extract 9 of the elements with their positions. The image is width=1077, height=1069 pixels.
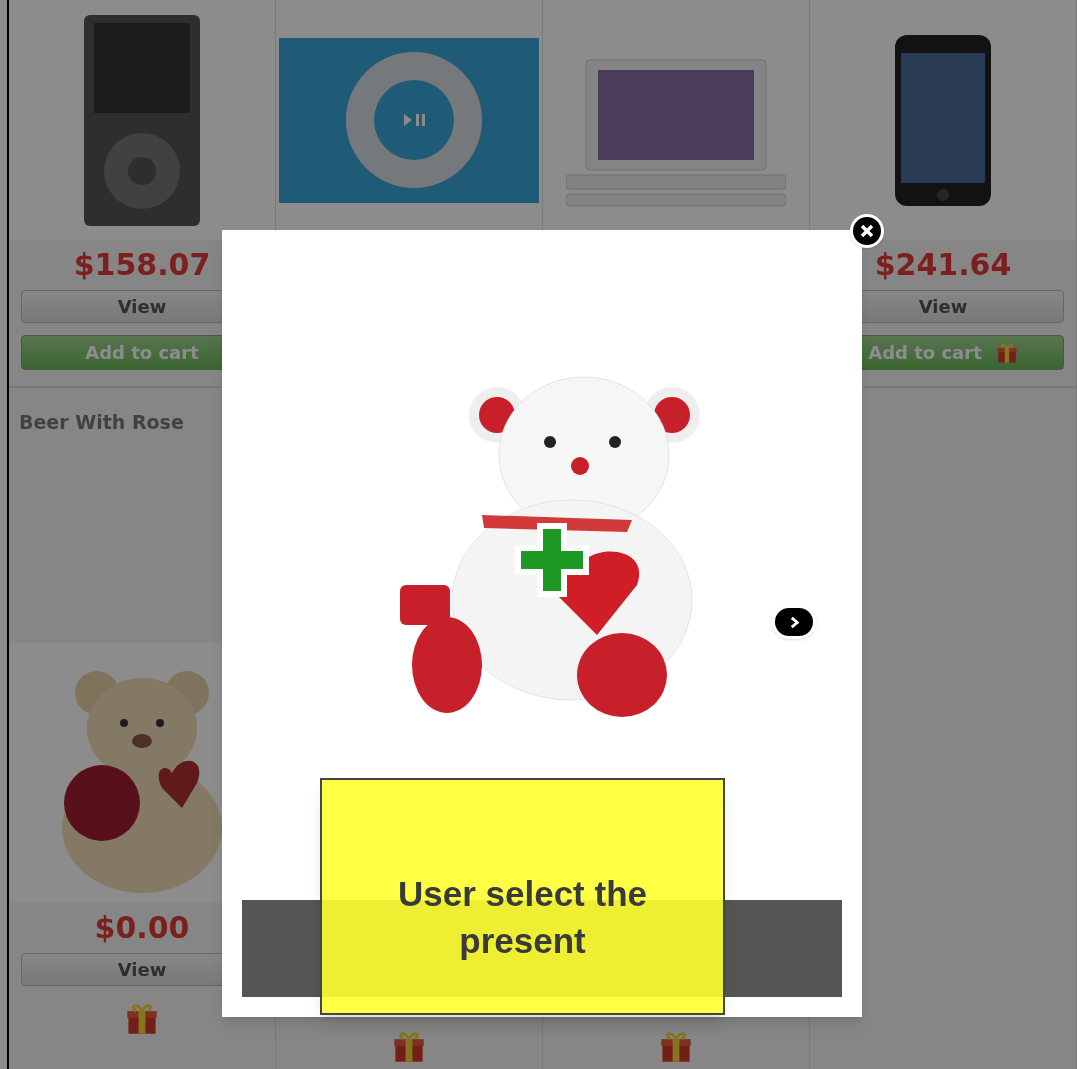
product-title: Beer With Rose — [19, 411, 184, 433]
product-price: $241.64 — [873, 246, 1013, 284]
product-price: $0.00 — [93, 909, 191, 947]
callout-text: User select the present — [397, 872, 648, 962]
product-price: $158.07 — [72, 246, 212, 284]
chevron-right-icon — [788, 615, 800, 629]
close-icon — [860, 224, 874, 238]
plus-icon[interactable] — [512, 520, 592, 600]
next-arrow-button[interactable] — [772, 605, 816, 639]
